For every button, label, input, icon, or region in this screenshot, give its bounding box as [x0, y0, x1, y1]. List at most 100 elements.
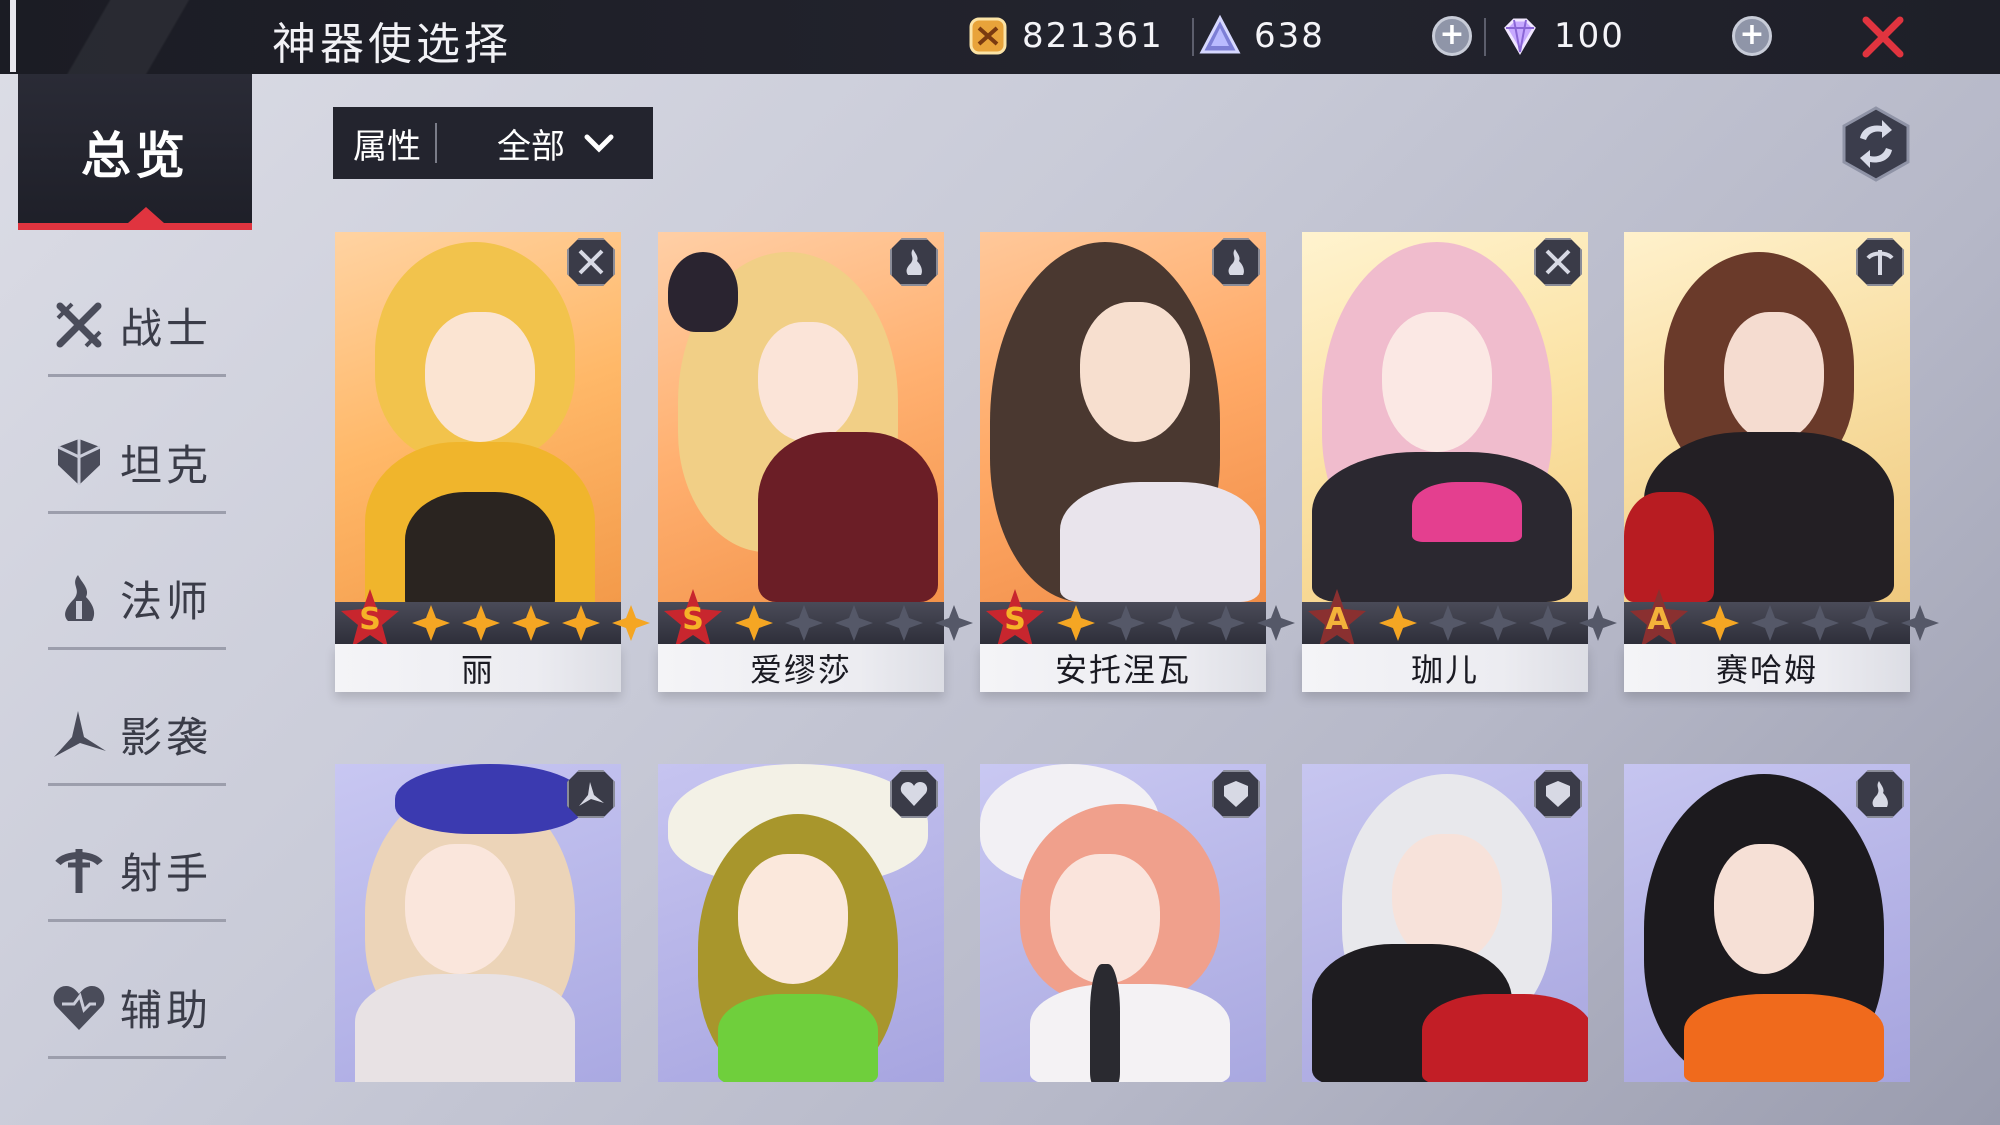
- class-badge: [1534, 238, 1582, 286]
- star-icon: [1701, 605, 1739, 641]
- gold-resource: 821361: [966, 12, 1164, 60]
- archer-icon: [1866, 250, 1894, 275]
- active-indicator: [18, 223, 252, 230]
- character-card[interactable]: S 丽: [335, 232, 650, 692]
- star-icon: [562, 605, 600, 641]
- empty-star-icon: [1851, 605, 1889, 641]
- star-rating: [1376, 602, 1626, 644]
- character-card[interactable]: S 爱缪莎: [658, 232, 973, 692]
- divider: [48, 374, 226, 377]
- star-rating: [732, 602, 982, 644]
- empty-star-icon: [1529, 605, 1567, 641]
- archer-icon: [48, 839, 110, 901]
- sidebar-item-archer[interactable]: 射手: [48, 830, 226, 922]
- crystal-resource: 638: [1198, 12, 1325, 60]
- empty-star-icon: [1801, 605, 1839, 641]
- close-icon: [1862, 16, 1904, 58]
- rank-s-badge: S: [986, 589, 1044, 647]
- sidebar-item-label: 法师: [120, 576, 213, 626]
- divider: [48, 783, 226, 786]
- star-icon: [462, 605, 500, 641]
- character-name: 赛哈姆: [1624, 644, 1910, 692]
- attribute-filter-dropdown[interactable]: 属性 全部: [333, 107, 653, 179]
- add-diamond-button[interactable]: +: [1732, 16, 1772, 56]
- sidebar-item-mage[interactable]: 法师: [48, 558, 226, 650]
- sidebar-item-label: 辅助: [120, 985, 213, 1035]
- tab-overview-label: 总览: [81, 127, 189, 185]
- filter-label: 属性: [353, 126, 421, 167]
- mage-icon: [48, 567, 110, 629]
- class-badge: [1856, 770, 1904, 818]
- filter-selected-value: 全部: [497, 126, 565, 167]
- chevron-down-icon: [584, 134, 614, 153]
- support-icon: [48, 976, 110, 1038]
- assassin-icon: [579, 782, 604, 806]
- top-bar-accent-line: [10, 0, 16, 72]
- character-name: 安托涅瓦: [980, 644, 1266, 692]
- star-icon: [1057, 605, 1095, 641]
- empty-star-icon: [1901, 605, 1939, 641]
- gold-amount: 821361: [1022, 16, 1164, 56]
- character-portrait: [1302, 232, 1588, 602]
- star-icon: [1379, 605, 1417, 641]
- svg-text:A: A: [1325, 602, 1349, 637]
- add-crystal-button[interactable]: +: [1432, 16, 1472, 56]
- character-portrait: [1624, 232, 1910, 602]
- sidebar-item-assassin[interactable]: 影袭: [48, 694, 226, 786]
- page-title: 神器使选择: [272, 19, 512, 70]
- divider: [435, 123, 437, 163]
- character-card[interactable]: A 珈儿: [1302, 232, 1617, 692]
- class-badge: [1856, 238, 1904, 286]
- character-card[interactable]: [658, 764, 944, 1082]
- empty-star-icon: [1107, 605, 1145, 641]
- close-button[interactable]: [1860, 14, 1906, 60]
- tank-icon: [48, 431, 110, 493]
- character-card[interactable]: [335, 764, 621, 1082]
- empty-star-icon: [785, 605, 823, 641]
- class-badge: [567, 770, 615, 818]
- character-card[interactable]: [1302, 764, 1588, 1082]
- top-bar-decoration: [30, 0, 250, 74]
- sort-toggle-button[interactable]: [1836, 104, 1916, 184]
- refresh-icon: [1842, 106, 1910, 182]
- character-card[interactable]: [980, 764, 1266, 1082]
- star-icon: [412, 605, 450, 641]
- sidebar-item-label: 射手: [120, 848, 213, 898]
- warrior-icon: [578, 249, 604, 275]
- character-card[interactable]: S 安托涅瓦: [980, 232, 1295, 692]
- star-rating: [1698, 602, 1948, 644]
- tab-overview[interactable]: 总览: [18, 74, 252, 230]
- class-badge: [890, 238, 938, 286]
- crystal-amount: 638: [1254, 16, 1325, 56]
- class-badge: [1534, 770, 1582, 818]
- empty-star-icon: [935, 605, 973, 641]
- empty-star-icon: [1257, 605, 1295, 641]
- top-bar: 神器使选择 821361 638 + 100 +: [0, 0, 2000, 74]
- character-card[interactable]: [1624, 764, 1910, 1082]
- support-icon: [900, 782, 928, 806]
- character-name: 丽: [335, 644, 621, 692]
- rank-s-badge: S: [341, 589, 399, 647]
- divider: [1192, 18, 1194, 56]
- star-rating: [1054, 602, 1304, 644]
- tank-icon: [1546, 781, 1570, 807]
- empty-star-icon: [1207, 605, 1245, 641]
- sidebar-item-warrior[interactable]: 战士: [48, 285, 226, 377]
- empty-star-icon: [1751, 605, 1789, 641]
- svg-text:S: S: [359, 602, 381, 637]
- class-badge: [567, 238, 615, 286]
- character-name: 爱缪莎: [658, 644, 944, 692]
- character-portrait: [335, 232, 621, 602]
- sidebar-item-support[interactable]: 辅助: [48, 967, 226, 1059]
- divider: [48, 919, 226, 922]
- warrior-icon: [48, 294, 110, 356]
- class-badge: [1212, 770, 1260, 818]
- divider: [1484, 18, 1486, 56]
- empty-star-icon: [1157, 605, 1195, 641]
- active-indicator-arrow: [128, 207, 164, 223]
- class-badge: [1212, 238, 1260, 286]
- rank-s-badge: S: [664, 589, 722, 647]
- svg-text:A: A: [1647, 602, 1671, 637]
- character-card[interactable]: A 赛哈姆: [1624, 232, 1939, 692]
- sidebar-item-tank[interactable]: 坦克: [48, 422, 226, 514]
